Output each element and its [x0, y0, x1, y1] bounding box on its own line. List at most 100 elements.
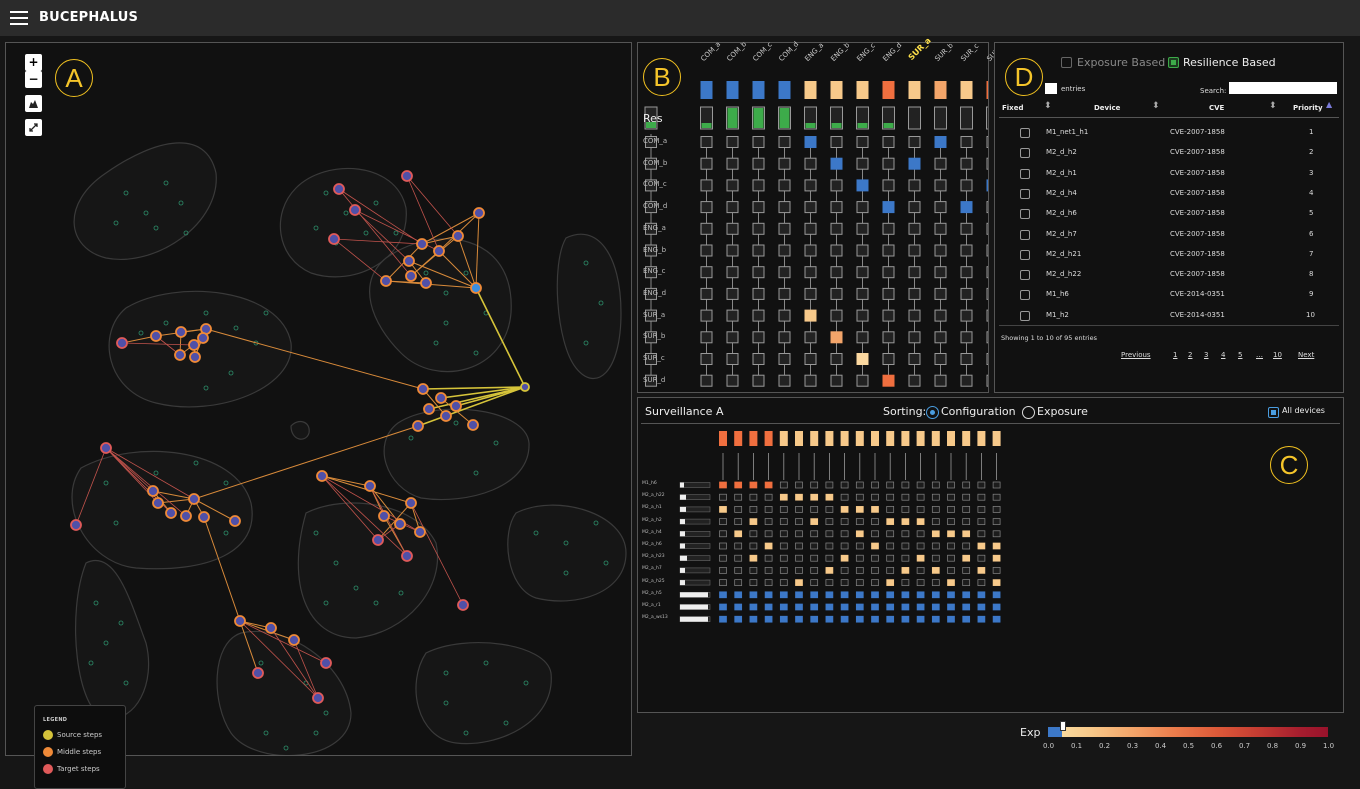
attack-node[interactable]	[417, 383, 429, 395]
device-matrix-cell[interactable]	[795, 530, 803, 538]
device-matrix-cell[interactable]	[992, 554, 1001, 562]
matrix-cell[interactable]	[804, 353, 817, 365]
device-matrix-cell[interactable]	[825, 591, 834, 599]
header-device[interactable]: Device	[1094, 104, 1120, 112]
attack-node[interactable]	[412, 420, 424, 432]
config-header-cell[interactable]	[871, 431, 879, 446]
device-matrix-cell[interactable]	[825, 579, 834, 586]
device-matrix-cell[interactable]	[962, 506, 971, 513]
matrix-cell[interactable]	[752, 353, 765, 365]
device-matrix-cell[interactable]	[947, 615, 955, 623]
device-matrix-cell[interactable]	[810, 554, 819, 562]
matrix-cell[interactable]	[830, 244, 843, 257]
device-matrix-cell[interactable]	[855, 493, 864, 501]
page-link[interactable]: 3	[1204, 351, 1208, 359]
device-matrix-cell[interactable]	[947, 603, 955, 611]
matrix-cell[interactable]	[856, 309, 869, 322]
device-matrix-cell[interactable]	[992, 591, 1001, 599]
device-matrix-cell[interactable]	[916, 591, 925, 599]
device-matrix-cell[interactable]	[947, 518, 955, 525]
device-matrix-cell[interactable]	[947, 530, 955, 538]
matrix-cell[interactable]	[726, 157, 739, 170]
attack-node[interactable]	[457, 599, 469, 611]
device-matrix-cell[interactable]	[901, 530, 910, 538]
config-header-cell[interactable]	[719, 431, 727, 446]
device-matrix-cell[interactable]	[795, 591, 803, 599]
device-matrix-cell[interactable]	[734, 493, 743, 501]
matrix-cell[interactable]	[700, 309, 713, 322]
device-matrix-cell[interactable]	[734, 579, 743, 586]
attack-node[interactable]	[520, 382, 530, 392]
resilience-based-label[interactable]: Resilience Based	[1183, 56, 1276, 69]
attack-node[interactable]	[473, 207, 485, 219]
device-matrix-cell[interactable]	[840, 591, 849, 599]
config-header-cell[interactable]	[934, 81, 947, 99]
attack-node[interactable]	[198, 511, 210, 523]
matrix-cell[interactable]	[700, 201, 713, 214]
device-matrix-cell[interactable]	[962, 542, 971, 550]
device-matrix-cell[interactable]	[719, 567, 727, 574]
device-matrix-cell[interactable]	[719, 603, 727, 611]
resilience-based-checkbox[interactable]	[1168, 57, 1179, 68]
device-matrix-cell[interactable]	[810, 542, 819, 550]
matrix-cell[interactable]	[726, 179, 739, 192]
device-matrix-cell[interactable]	[795, 603, 803, 611]
attack-node[interactable]	[414, 526, 426, 538]
matrix-cell[interactable]	[934, 331, 947, 344]
config-header-cell[interactable]	[962, 431, 971, 446]
matrix-cell[interactable]	[752, 136, 765, 148]
attack-node[interactable]	[405, 497, 417, 509]
matrix-cell[interactable]	[752, 157, 765, 170]
device-matrix-cell[interactable]	[947, 567, 955, 574]
matrix-cell[interactable]	[830, 287, 843, 300]
device-matrix-cell[interactable]	[779, 530, 788, 538]
matrix-cell[interactable]	[830, 136, 843, 148]
matrix-cell[interactable]	[882, 374, 895, 387]
device-matrix-cell[interactable]	[779, 493, 788, 501]
device-matrix-cell[interactable]	[901, 493, 910, 501]
device-matrix-cell[interactable]	[977, 518, 986, 525]
table-row[interactable]: M2_d_h21 CVE-2007-1858 7	[995, 248, 1343, 262]
device-matrix-cell[interactable]	[992, 567, 1001, 574]
matrix-cell[interactable]	[804, 309, 817, 322]
table-row[interactable]: M2_d_h7 CVE-2007-1858 6	[995, 228, 1343, 242]
device-matrix-cell[interactable]	[764, 530, 773, 538]
matrix-cell[interactable]	[908, 244, 921, 257]
table-row[interactable]: M1_h2 CVE-2014-0351 10	[995, 309, 1343, 323]
matrix-cell[interactable]	[726, 353, 739, 365]
attack-node[interactable]	[440, 410, 452, 422]
config-header-cell[interactable]	[986, 81, 989, 99]
page-link[interactable]: 4	[1221, 351, 1225, 359]
device-matrix-cell[interactable]	[840, 567, 849, 574]
config-header-cell[interactable]	[855, 431, 864, 446]
device-matrix-cell[interactable]	[886, 579, 895, 586]
attack-node[interactable]	[70, 519, 82, 531]
device-matrix-cell[interactable]	[962, 518, 971, 525]
matrix-cell[interactable]	[778, 309, 791, 322]
config-header-cell[interactable]	[882, 81, 895, 99]
device-matrix-cell[interactable]	[810, 493, 819, 501]
page-link[interactable]: Previous	[1121, 351, 1151, 359]
device-matrix-cell[interactable]	[795, 506, 803, 513]
device-matrix-cell[interactable]	[871, 603, 879, 611]
attack-node[interactable]	[316, 470, 328, 482]
attack-node[interactable]	[435, 392, 447, 404]
device-matrix-cell[interactable]	[779, 481, 788, 489]
matrix-cell[interactable]	[882, 157, 895, 170]
matrix-cell[interactable]	[856, 201, 869, 214]
matrix-cell[interactable]	[934, 374, 947, 387]
device-matrix-cell[interactable]	[947, 579, 955, 586]
device-matrix-cell[interactable]	[992, 530, 1001, 538]
exposure-based-label[interactable]: Exposure Based	[1077, 56, 1165, 69]
device-matrix-cell[interactable]	[886, 615, 895, 623]
device-matrix-cell[interactable]	[886, 542, 895, 550]
sort-ascending-icon[interactable]: ▲	[1326, 100, 1332, 109]
matrix-cell[interactable]	[778, 201, 791, 214]
device-matrix-cell[interactable]	[886, 506, 895, 513]
device-matrix-cell[interactable]	[810, 506, 819, 513]
matrix-cell[interactable]	[752, 244, 765, 257]
device-matrix-cell[interactable]	[886, 481, 895, 489]
device-matrix-cell[interactable]	[840, 603, 849, 611]
fixed-checkbox[interactable]	[1020, 148, 1030, 159]
fixed-checkbox[interactable]	[1020, 270, 1030, 281]
